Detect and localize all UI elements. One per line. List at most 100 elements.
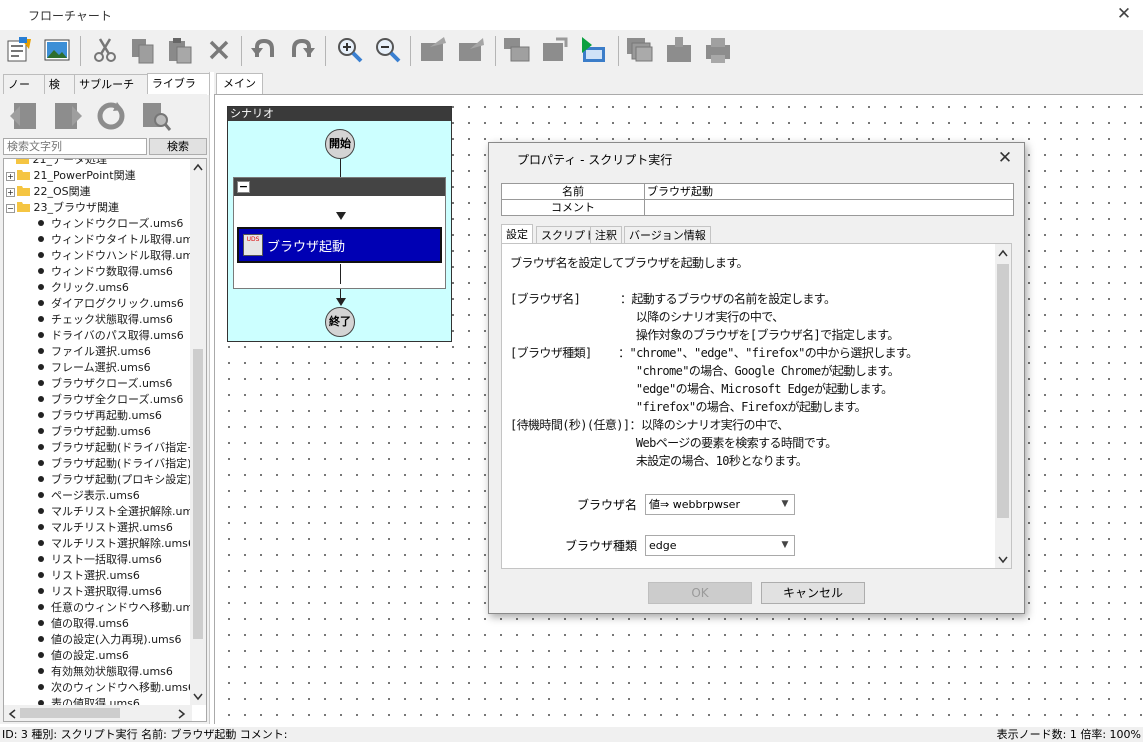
folder-item[interactable]: + 21_PowerPoint関連: [4, 168, 136, 184]
tree-item[interactable]: ブラウザ起動(プロキシ設定): [4, 472, 192, 488]
undo-icon[interactable]: [247, 33, 281, 67]
tree-item[interactable]: 任意のウィンドウへ移動.um: [4, 600, 193, 616]
comment-value[interactable]: [645, 200, 1013, 215]
browser-type-combo[interactable]: edge ▼: [645, 535, 795, 556]
tree-item[interactable]: ダイアログクリック.ums6: [4, 296, 184, 312]
tree-item[interactable]: ブラウザ起動(ドライバ指定+: [4, 440, 196, 456]
scroll-up-icon[interactable]: [998, 249, 1008, 257]
tab-node[interactable]: ノード: [3, 74, 45, 110]
collapse-icon[interactable]: −: [237, 181, 250, 193]
tree-item[interactable]: 次のウィンドウへ移動.ums6: [4, 680, 195, 696]
tree-item[interactable]: ウィンドウタイトル取得.ums6: [4, 232, 206, 248]
expand-toggle-icon[interactable]: +: [6, 188, 15, 197]
node-insert-icon[interactable]: [416, 33, 450, 67]
tree-item[interactable]: ブラウザ全クローズ.ums6: [4, 392, 183, 408]
scroll-left-icon[interactable]: [8, 709, 16, 719]
folder-item[interactable]: + 22_OS関連: [4, 184, 91, 200]
tree-item[interactable]: ウィンドウハンドル取得.ums: [4, 248, 199, 264]
copy-icon[interactable]: [126, 33, 160, 67]
group-icon[interactable]: [500, 33, 534, 67]
name-value[interactable]: ブラウザ起動: [645, 184, 1013, 200]
tree-horizontal-scrollbar[interactable]: [4, 705, 192, 721]
import-icon[interactable]: [576, 33, 610, 67]
zoom-in-icon[interactable]: [332, 33, 366, 67]
tree-item[interactable]: クリック.ums6: [4, 280, 129, 296]
tree-item[interactable]: ブラウザ再起動.ums6: [4, 408, 162, 424]
tree-hscroll-thumb[interactable]: [20, 708, 120, 718]
properties-icon[interactable]: [3, 33, 37, 67]
tab-subroutine[interactable]: サブルーチン: [74, 74, 148, 110]
tab-version-info[interactable]: バージョン情報: [624, 226, 711, 244]
chevron-down-icon[interactable]: ▼: [776, 495, 794, 514]
cut-icon[interactable]: [88, 33, 122, 67]
tree-item[interactable]: マルチリスト選択解除.ums6: [4, 536, 195, 552]
tab-search[interactable]: 検索: [43, 74, 76, 110]
search-button[interactable]: 検索: [149, 138, 207, 155]
ok-button[interactable]: OK: [648, 582, 752, 604]
tree-item[interactable]: ブラウザ起動.ums6: [4, 424, 151, 440]
library-search-icon[interactable]: [140, 100, 172, 132]
tree-item[interactable]: リスト一括取得.ums6: [4, 552, 162, 568]
tree-item[interactable]: フレーム選択.ums6: [4, 360, 151, 376]
settings-scrollbar[interactable]: [995, 244, 1011, 568]
loop-block[interactable]: − UDS ブラウザ起動: [233, 177, 446, 289]
scroll-right-icon[interactable]: [178, 709, 186, 719]
expand-toggle-icon[interactable]: −: [6, 204, 15, 213]
library-forward-icon[interactable]: [52, 100, 84, 132]
dialog-close-icon[interactable]: ✕: [994, 147, 1016, 169]
tree-scroll-thumb[interactable]: [193, 349, 203, 639]
tree-item[interactable]: ページ表示.ums6: [4, 488, 140, 504]
bullet-icon: [38, 236, 44, 242]
folder-item[interactable]: 21_データ処理: [4, 159, 107, 168]
tree-item[interactable]: ファイル選択.ums6: [4, 344, 151, 360]
library-refresh-icon[interactable]: [95, 100, 127, 132]
node-edit-icon[interactable]: [454, 33, 488, 67]
layers-icon[interactable]: [623, 33, 657, 67]
tree-item[interactable]: ドライバのパス取得.ums6: [4, 328, 184, 344]
bullet-icon: [38, 492, 44, 498]
export-icon[interactable]: [538, 33, 572, 67]
tree-item[interactable]: チェック状態取得.ums6: [4, 312, 173, 328]
tab-library[interactable]: ライブラリ: [146, 73, 210, 109]
zoom-out-icon[interactable]: [370, 33, 404, 67]
script-icon: UDS: [243, 234, 263, 256]
scroll-up-icon[interactable]: [193, 163, 203, 171]
tab-settings[interactable]: 設定: [501, 224, 533, 244]
tree-vertical-scrollbar[interactable]: [190, 159, 206, 705]
tree-item[interactable]: リスト選択.ums6: [4, 568, 140, 584]
start-node[interactable]: 開始: [325, 129, 355, 159]
image-icon[interactable]: [40, 33, 74, 67]
tree-item[interactable]: マルチリスト全選択解除.um: [4, 504, 193, 520]
search-input[interactable]: [3, 138, 147, 155]
settings-scroll-thumb[interactable]: [997, 264, 1009, 518]
cancel-button[interactable]: キャンセル: [761, 582, 865, 604]
expand-toggle-icon[interactable]: +: [6, 172, 15, 181]
redo-icon[interactable]: [285, 33, 319, 67]
tree-item[interactable]: マルチリスト選択.ums6: [4, 520, 173, 536]
browser-name-combo[interactable]: 値⇒ webbrpwser ▼: [645, 494, 795, 515]
print-icon[interactable]: [701, 33, 735, 67]
browser-launch-node[interactable]: UDS ブラウザ起動: [237, 227, 442, 263]
tree-item[interactable]: ブラウザクローズ.ums6: [4, 376, 172, 392]
scroll-down-icon[interactable]: [998, 556, 1008, 564]
tree-item[interactable]: 値の設定(入力再現).ums6: [4, 632, 182, 648]
delete-icon[interactable]: [202, 33, 236, 67]
chevron-down-icon[interactable]: ▼: [776, 536, 794, 555]
scroll-down-icon[interactable]: [193, 693, 203, 701]
tree-item[interactable]: リスト選択取得.ums6: [4, 584, 162, 600]
tree-item[interactable]: ブラウザ起動(ドライバ指定): [4, 456, 191, 472]
paste-icon[interactable]: [163, 33, 197, 67]
scenario-frame[interactable]: シナリオ 開始 − UDS ブラウザ起動 終了: [227, 106, 452, 342]
library-back-icon[interactable]: [8, 100, 40, 132]
tree-item[interactable]: 値の取得.ums6: [4, 616, 129, 632]
tab-notes[interactable]: 注釈: [590, 226, 622, 244]
download-icon[interactable]: [662, 33, 696, 67]
tree-item[interactable]: ウィンドウ数取得.ums6: [4, 264, 173, 280]
end-node[interactable]: 終了: [325, 307, 355, 337]
tree-item[interactable]: 有効無効状態取得.ums6: [4, 664, 173, 680]
close-icon[interactable]: ✕: [1113, 3, 1135, 25]
tree-item[interactable]: 値の設定.ums6: [4, 648, 129, 664]
tree-item[interactable]: ウィンドウクローズ.ums6: [4, 216, 183, 232]
tab-main[interactable]: メイン: [216, 73, 263, 94]
folder-item[interactable]: − 23_ブラウザ関連: [4, 200, 119, 216]
